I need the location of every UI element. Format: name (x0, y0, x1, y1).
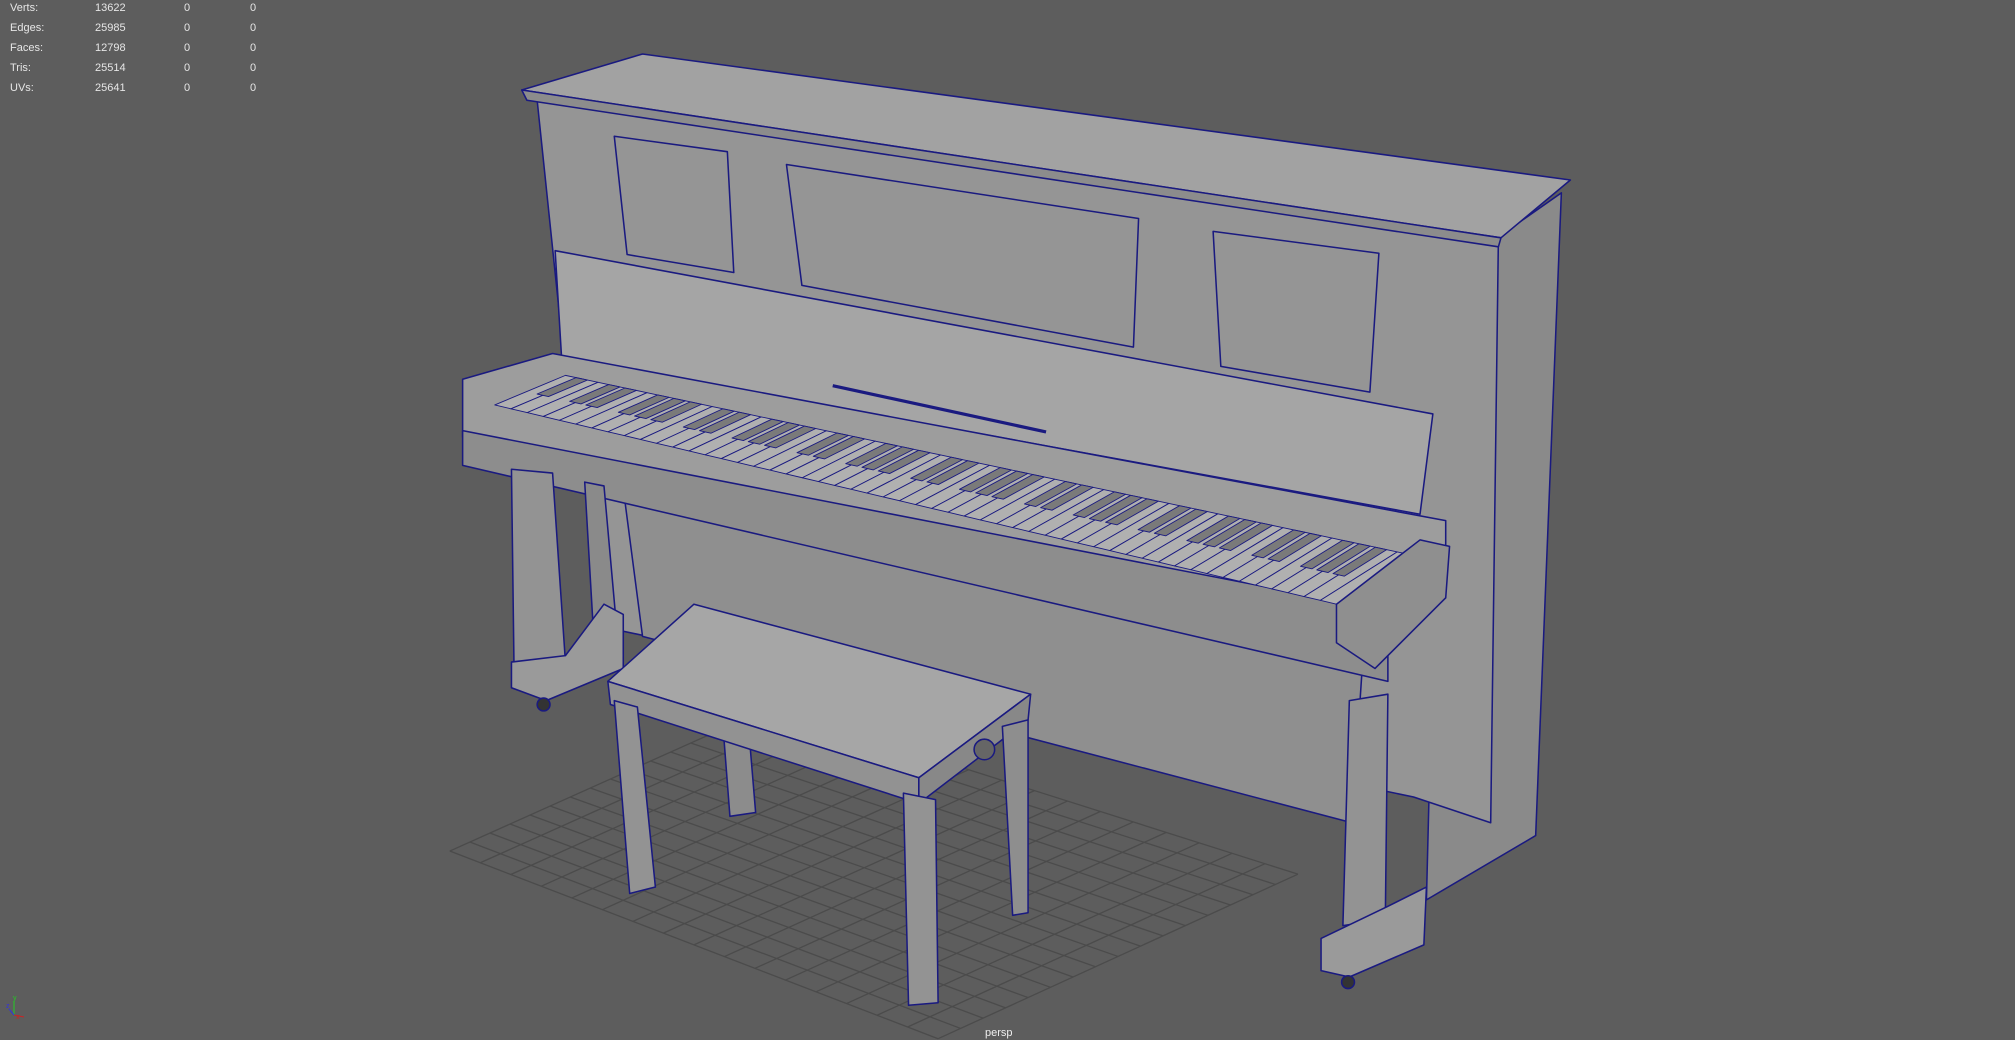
leg-right (1342, 693, 1389, 927)
camera-name: persp (985, 1027, 1013, 1039)
axis-x-label: x (16, 1014, 20, 1019)
caster-right (1340, 974, 1356, 990)
hud-total: 25985 (95, 22, 126, 34)
hud-row: UVs: 25641 0 0 (0, 82, 270, 102)
axis-z-label: z (6, 1003, 10, 1010)
grid-line (937, 873, 1299, 1040)
hud-total: 25641 (95, 82, 126, 94)
hud-row: Faces: 12798 0 0 (0, 42, 270, 62)
hud-extra: 0 (250, 2, 257, 14)
hud-extra: 0 (250, 62, 257, 74)
hud-row: Edges: 25985 0 0 (0, 22, 270, 42)
hud-selected: 0 (184, 82, 191, 94)
3d-viewport[interactable] (0, 0, 2015, 1040)
hud-total: 13622 (95, 2, 126, 14)
bench-leg-fr (902, 792, 939, 1007)
hud-label: Edges: (10, 22, 45, 34)
hud-extra: 0 (250, 82, 257, 94)
hud-extra: 0 (250, 22, 257, 34)
grid-line (815, 831, 1167, 993)
hud-label: Faces: (10, 42, 44, 54)
bench-adjust-knob[interactable] (973, 738, 996, 761)
hud-label: Tris: (10, 62, 31, 74)
grid-line (785, 821, 1134, 981)
grid-line (630, 769, 1141, 947)
hud-extra: 0 (250, 42, 257, 54)
hud-selected: 0 (184, 62, 191, 74)
hud-label: UVs: (10, 82, 34, 94)
hud-selected: 0 (184, 2, 191, 14)
hud-total: 12798 (95, 42, 126, 54)
hud-total: 25514 (95, 62, 126, 74)
bench-leg-br (1001, 719, 1029, 917)
axis-y-label: y (13, 995, 17, 1002)
hud-selected: 0 (184, 22, 191, 34)
caster-left (536, 697, 551, 712)
grid-line (907, 863, 1266, 1028)
hud-row: Verts: 13622 0 0 (0, 2, 270, 22)
hud-selected: 0 (184, 42, 191, 54)
leg-left (510, 468, 567, 670)
axis-indicator-icon: y z x (6, 995, 30, 1024)
hud-row: Tris: 25514 0 0 (0, 62, 270, 82)
hud-label: Verts: (10, 2, 39, 14)
